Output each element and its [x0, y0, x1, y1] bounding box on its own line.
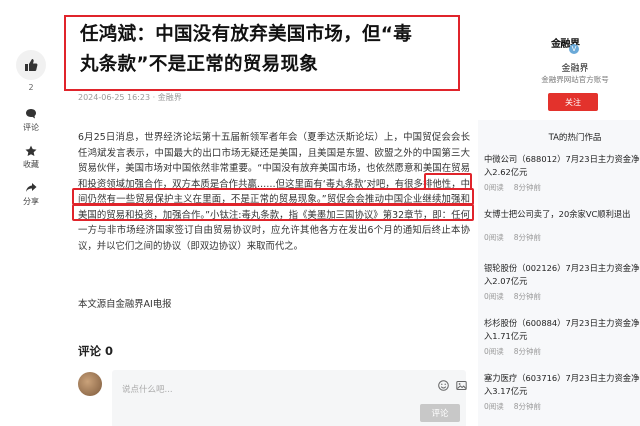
hot-item[interactable]: 中微公司（688012）7月23日主力资金净 入2.62亿元 0阅读 8分钟前: [484, 153, 640, 193]
hot-item-title: 塞力医疗（603716）7月23日主力资金净: [484, 373, 640, 383]
article-meta: 2024-06-25 16:23 · 金融界: [78, 93, 182, 102]
comment-icon: [26, 109, 36, 119]
hot-item[interactable]: 塞力医疗（603716）7月23日主力资金净 入3.17亿元 0阅读 8分钟前: [484, 372, 640, 412]
title-line-1: 任鸿斌：中国没有放弃美国市场，但“毒: [80, 24, 413, 45]
hot-item-time: 8分钟前: [513, 402, 542, 411]
hot-item-views: 0阅读: [484, 183, 504, 192]
hot-item-views: 0阅读: [484, 292, 504, 301]
article-body: 6月25日消息，世界经济论坛第十五届新领军者年会（夏季达沃斯论坛）上，中国贸促会…: [78, 132, 470, 252]
like-button[interactable]: 2: [16, 50, 46, 92]
emoji-icon[interactable]: [438, 380, 449, 391]
avatar: [78, 372, 102, 396]
comment-submit-button[interactable]: 评论: [420, 404, 460, 422]
like-count: 2: [28, 83, 34, 92]
share-label: 分享: [23, 197, 39, 206]
hot-item-time: 8分钟前: [513, 347, 542, 356]
hot-item-title: 杉杉股份（600884）7月23日主力资金净: [484, 318, 640, 328]
title-line-2: 丸条款”不是正常的贸易现象: [80, 54, 319, 75]
hot-works-panel: TA的热门作品 中微公司（688012）7月23日主力资金净 入2.62亿元 0…: [478, 120, 640, 426]
comments-title: 评论 0: [78, 344, 114, 358]
hot-item-title: 银轮股份（002126）7月23日主力资金净: [484, 263, 640, 273]
collect-button[interactable]: 收藏: [23, 145, 39, 170]
comment-label: 评论: [23, 123, 39, 132]
star-icon: [25, 145, 37, 156]
hot-item-title: 中微公司（688012）7月23日主力资金净: [484, 154, 640, 164]
hot-item-views: 0阅读: [484, 233, 504, 242]
hot-item-title: 女博士把公司卖了，20余家VC顺利退出: [484, 209, 631, 219]
follow-button[interactable]: 关注: [548, 93, 598, 111]
comment-input[interactable]: [112, 370, 412, 400]
hot-item-meta: 0阅读 8分钟前: [484, 182, 640, 193]
hot-item-meta: 0阅读 8分钟前: [484, 346, 640, 357]
account-desc: 金融界网站官方账号: [541, 75, 609, 84]
share-button[interactable]: 分享: [23, 182, 39, 207]
share-icon: [26, 183, 37, 192]
hot-item[interactable]: 女博士把公司卖了，20余家VC顺利退出 0阅读 8分钟前: [484, 208, 640, 243]
collect-label: 收藏: [23, 160, 39, 169]
account-name[interactable]: 金融界: [478, 61, 640, 74]
comment-button[interactable]: 评论: [23, 108, 39, 133]
comment-box: 评论: [112, 370, 467, 426]
hot-item-meta: 0阅读 8分钟前: [484, 291, 640, 302]
hot-item-meta: 0阅读 8分钟前: [484, 232, 640, 243]
hot-item-views: 0阅读: [484, 347, 504, 356]
hot-item-meta: 0阅读 8分钟前: [484, 401, 640, 412]
hot-item-title-cont: 入2.07亿元: [484, 276, 528, 286]
action-rail: 2 评论 收藏 分享: [14, 50, 48, 207]
hot-item-time: 8分钟前: [513, 292, 542, 301]
image-icon[interactable]: [456, 380, 467, 391]
sidebar: 金融界 V 金融界 金融界网站官方账号 关注 TA的热门作品 中微公司（6880…: [478, 0, 640, 426]
hot-item-title-cont: 入2.62亿元: [484, 167, 528, 177]
hot-item-time: 8分钟前: [513, 183, 542, 192]
article-source: 本文源自金融界AI电报: [78, 299, 172, 310]
hot-item[interactable]: 银轮股份（002126）7月23日主力资金净 入2.07亿元 0阅读 8分钟前: [484, 262, 640, 302]
verified-badge-icon: V: [569, 44, 579, 54]
article-title: 任鸿斌：中国没有放弃美国市场，但“毒 丸条款”不是正常的贸易现象: [80, 20, 450, 80]
hot-item-views: 0阅读: [484, 402, 504, 411]
thumbs-up-icon: [16, 50, 46, 80]
hot-item-title-cont: 入1.71亿元: [484, 331, 528, 341]
hot-item-title-cont: 入3.17亿元: [484, 386, 528, 396]
hot-works-title: TA的热门作品: [548, 133, 602, 143]
hot-item[interactable]: 杉杉股份（600884）7月23日主力资金净 入1.71亿元 0阅读 8分钟前: [484, 317, 640, 357]
hot-item-time: 8分钟前: [513, 233, 542, 242]
